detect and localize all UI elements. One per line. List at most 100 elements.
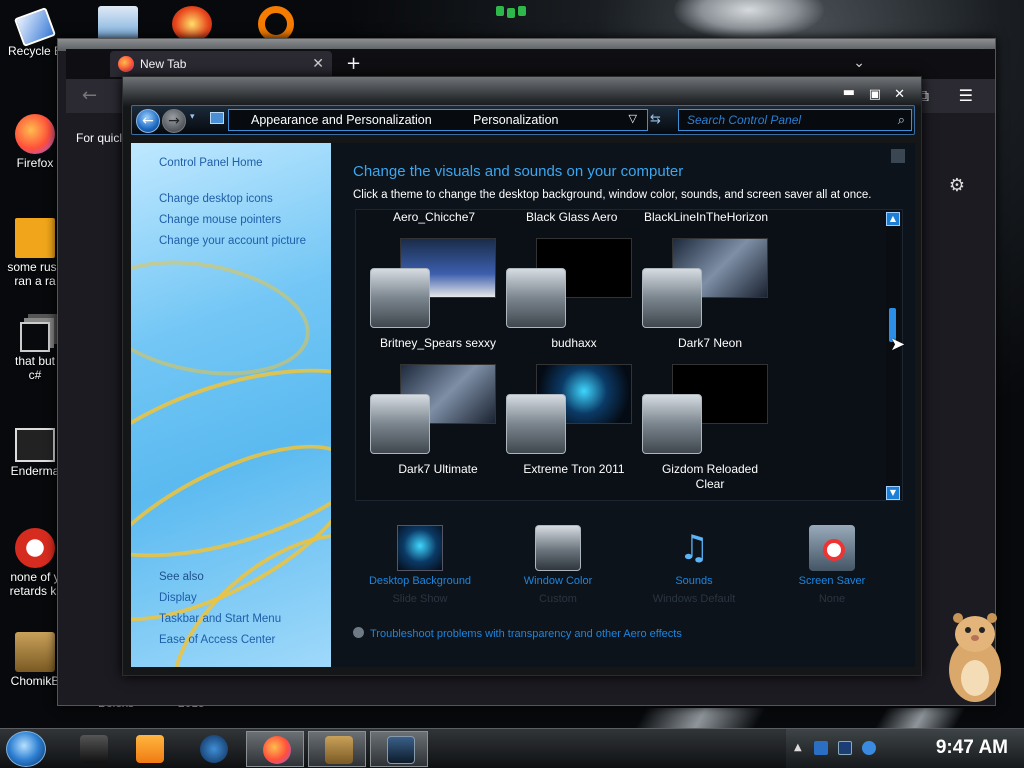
tab-new-tab[interactable]: New Tab ✕ — [110, 51, 332, 77]
main-content: Change the visuals and sounds on your co… — [331, 143, 915, 667]
minimize-icon[interactable]: ▬ — [843, 85, 855, 100]
window-color-icon — [535, 525, 581, 571]
help-corner-icon[interactable] — [891, 149, 905, 163]
taskbar-app-firefox[interactable] — [246, 731, 304, 767]
menu-icon[interactable]: ☰ — [959, 86, 973, 105]
control-panel-icon — [387, 736, 415, 764]
breadcrumb-item[interactable]: Appearance and Personalization — [251, 113, 432, 127]
maximize-icon[interactable]: ▣ — [869, 87, 881, 102]
sidebar-link-account-picture[interactable]: Change your account picture — [159, 235, 306, 247]
firefox-icon — [263, 736, 291, 764]
sidebar-link-ease-of-access[interactable]: Ease of Access Center — [159, 634, 275, 646]
back-arrow-icon[interactable]: ← — [82, 85, 97, 106]
taskbar-app-explorer[interactable] — [64, 731, 122, 767]
forward-button[interactable]: → — [162, 109, 186, 133]
shortcut-icon — [15, 218, 55, 258]
theme-glass-swatch — [370, 268, 430, 328]
desktop-background-button[interactable]: Desktop Background Slide Show — [355, 525, 485, 605]
hamster-mascot — [944, 608, 1006, 704]
search-placeholder: Search Control Panel — [687, 113, 802, 127]
sidebar-link-mouse-pointers[interactable]: Change mouse pointers — [159, 214, 281, 226]
mouse-cursor-icon: ➤ — [890, 334, 906, 355]
theme-gizdom-reloaded[interactable]: Gizdom Reloaded Clear — [642, 364, 778, 491]
taskbar: ▲ 9:47 AM — [0, 728, 1024, 768]
globe-icon — [200, 735, 228, 763]
theme-name: Dark7 Ultimate — [398, 462, 478, 476]
theme-britney-spears[interactable]: Britney_Spears sexxy — [370, 238, 506, 358]
theme-extreme-tron[interactable]: Extreme Tron 2011 — [506, 364, 642, 484]
sounds-icon: ♫ — [678, 528, 710, 568]
chevron-down-icon[interactable]: ▽ — [629, 112, 637, 125]
theme-dark7-ultimate[interactable]: Dark7 Ultimate — [370, 364, 506, 484]
sidebar-link-home[interactable]: Control Panel Home — [159, 157, 263, 169]
app-ring-icon[interactable] — [258, 6, 294, 42]
sidebar: Control Panel Home Change desktop icons … — [131, 143, 331, 667]
hamster-box-icon — [325, 736, 353, 764]
tab-close-icon[interactable]: ✕ — [312, 55, 324, 72]
mail-icon[interactable] — [98, 6, 138, 42]
bottom-item-label: Desktop Background — [368, 575, 472, 587]
sidebar-link-desktop-icons[interactable]: Change desktop icons — [159, 193, 273, 205]
show-hidden-icons[interactable]: ▲ — [794, 742, 802, 753]
recent-pages-icon[interactable]: ▾ — [190, 112, 195, 122]
troubleshoot-text: Troubleshoot problems with transparency … — [370, 628, 682, 640]
theme-name: budhaxx — [551, 336, 597, 350]
screen-saver-button[interactable]: Screen Saver None — [767, 525, 897, 605]
control-panel-icon — [210, 112, 224, 124]
sidebar-link-display[interactable]: Display — [159, 592, 197, 604]
app-p-icon[interactable] — [172, 6, 212, 42]
bottom-item-value: None — [818, 593, 846, 605]
action-center-icon[interactable] — [838, 741, 852, 755]
firefox-icon — [118, 56, 134, 72]
see-also-heading: See also — [159, 571, 204, 583]
search-icon[interactable]: ⌕ — [898, 112, 905, 128]
media-player-icon — [136, 735, 164, 763]
theme-glass-swatch — [506, 394, 566, 454]
theme-budhaxx[interactable]: budhaxx — [506, 238, 642, 358]
explorer-icon — [80, 735, 108, 763]
recycle-bin-icon — [13, 7, 57, 47]
taskbar-app-media-player[interactable] — [120, 731, 178, 767]
bottom-item-label: Screen Saver — [798, 575, 866, 587]
volume-icon[interactable] — [862, 741, 876, 755]
wallpaper-green-mark — [496, 4, 528, 18]
theme-dark7-neon[interactable]: Dark7 Neon — [642, 238, 778, 358]
list-all-tabs-icon[interactable]: ⌄ — [853, 55, 865, 71]
dino-icon — [15, 528, 55, 568]
sidebar-link-taskbar[interactable]: Taskbar and Start Menu — [159, 613, 281, 625]
bottom-item-label: Sounds — [675, 575, 713, 587]
network-icon[interactable] — [814, 741, 828, 755]
gear-icon[interactable]: ⚙ — [949, 175, 965, 196]
close-icon[interactable]: ✕ — [894, 87, 905, 102]
window-color-button[interactable]: Window Color Custom — [493, 525, 623, 605]
taskbar-app-control-panel[interactable] — [370, 731, 428, 767]
clock[interactable]: 9:47 AM — [936, 737, 1008, 759]
bottom-item-value: Windows Default — [652, 593, 736, 605]
sounds-button[interactable]: ♫ Sounds Windows Default — [629, 525, 759, 605]
refresh-icon[interactable]: ⇆ — [650, 112, 661, 127]
new-tab-button[interactable]: + — [346, 53, 361, 74]
tab-bar: New Tab ✕ + ⌄ — [66, 49, 995, 79]
scroll-down-icon[interactable]: ▼ — [886, 486, 900, 500]
start-button[interactable] — [6, 731, 46, 767]
quick-links-text: For quicl — [76, 131, 123, 145]
theme-name: Dark7 Neon — [677, 336, 743, 350]
theme-name[interactable]: Black Glass Aero — [526, 210, 617, 224]
taskbar-app-chomikbox[interactable] — [308, 731, 366, 767]
console-icon — [15, 428, 55, 462]
theme-scrollbar[interactable]: ▲ ▼ — [886, 212, 900, 500]
back-button[interactable]: ← — [136, 109, 160, 133]
scroll-up-icon[interactable]: ▲ — [886, 212, 900, 226]
stack-icon — [20, 322, 50, 352]
search-input[interactable]: Search Control Panel ⌕ — [678, 109, 912, 131]
troubleshoot-link[interactable]: Troubleshoot problems with transparency … — [353, 627, 682, 640]
screen-saver-icon — [809, 525, 855, 571]
theme-list: Aero_Chicche7 Black Glass Aero BlackLine… — [355, 209, 906, 501]
breadcrumb-item[interactable]: Personalization — [473, 113, 558, 127]
theme-name[interactable]: Aero_Chicche7 — [393, 210, 475, 224]
taskbar-app-globe[interactable] — [184, 731, 242, 767]
theme-name[interactable]: BlackLineInTheHorizon — [644, 210, 768, 224]
theme-name: Gizdom Reloaded Clear — [661, 462, 759, 491]
bottom-item-label: Window Color — [523, 575, 593, 587]
breadcrumb[interactable]: Appearance and Personalization Personali… — [228, 109, 648, 131]
